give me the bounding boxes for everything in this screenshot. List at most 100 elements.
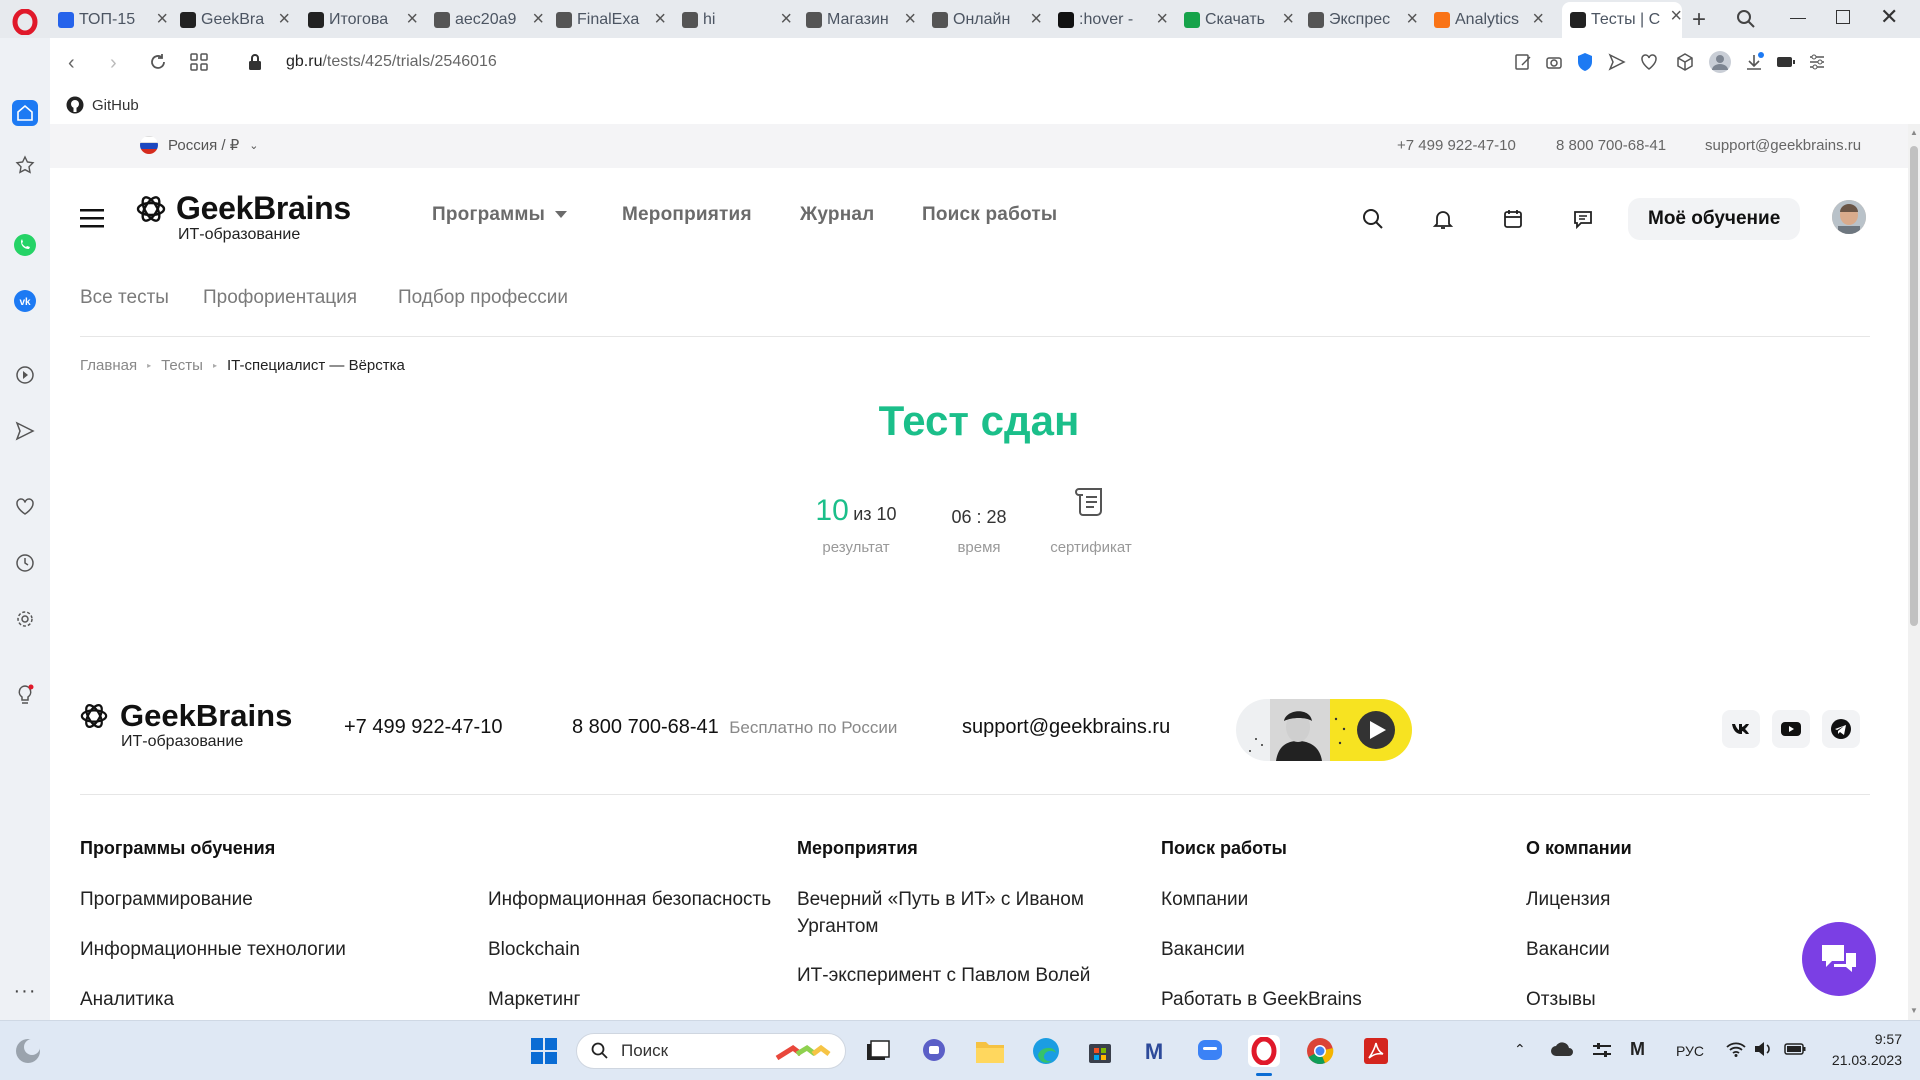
snapshot-icon[interactable] xyxy=(1545,53,1563,71)
back-icon[interactable]: ‹ xyxy=(68,52,75,75)
video-promo-button[interactable] xyxy=(1236,699,1412,761)
subnav-career-guidance[interactable]: Профориентация xyxy=(203,287,357,309)
chrome-icon[interactable] xyxy=(1304,1035,1336,1067)
browser-tab[interactable]: Скачать × xyxy=(1184,5,1294,35)
scroll-down-icon[interactable]: ▼ xyxy=(1910,1006,1918,1015)
browser-tab[interactable]: :hover - × xyxy=(1058,5,1168,35)
tab-close-icon[interactable]: × xyxy=(904,9,916,29)
favorites-heart-icon[interactable] xyxy=(12,494,38,520)
subnav-profession-match[interactable]: Подбор профессии xyxy=(398,287,568,309)
page-scrollbar[interactable]: ▲ ▼ xyxy=(1908,124,1920,1020)
forward-icon[interactable]: › xyxy=(110,52,117,75)
tab-close-icon[interactable]: × xyxy=(780,9,792,29)
weather-icon[interactable] xyxy=(14,1037,42,1065)
tab-close-icon[interactable]: × xyxy=(1532,9,1544,29)
user-avatar[interactable] xyxy=(1832,200,1866,234)
hamburger-menu-icon[interactable] xyxy=(80,208,104,228)
volume-icon[interactable] xyxy=(1754,1041,1774,1057)
my-learning-button[interactable]: Моё обучение xyxy=(1628,198,1801,240)
tab-close-icon[interactable]: × xyxy=(1282,9,1294,29)
nav-job-search[interactable]: Поиск работы xyxy=(922,204,1057,226)
browser-tab[interactable]: Тесты | С × xyxy=(1562,2,1682,38)
opera-logo[interactable] xyxy=(12,9,38,35)
tab-search-icon[interactable] xyxy=(1736,9,1756,29)
download-icon[interactable] xyxy=(1744,52,1764,72)
scroll-up-icon[interactable]: ▲ xyxy=(1910,128,1918,137)
tab-close-icon[interactable]: × xyxy=(1670,6,1682,26)
opera-taskbar-icon[interactable] xyxy=(1248,1035,1280,1067)
support-chat-button[interactable] xyxy=(1802,922,1876,996)
heart-icon[interactable] xyxy=(1640,53,1658,71)
more-dots-icon[interactable]: ··· xyxy=(12,978,38,1004)
nav-events[interactable]: Мероприятия xyxy=(622,204,752,226)
footer-link[interactable]: Работать в GeekBrains xyxy=(1161,986,1362,1013)
browser-tab[interactable]: Экспрес × xyxy=(1308,5,1418,35)
browser-tab[interactable]: Итогова × xyxy=(308,5,418,35)
footer-phone-1[interactable]: +7 499 922-47-10 xyxy=(344,716,502,739)
browser-tab[interactable]: Онлайн × xyxy=(932,5,1042,35)
footer-link[interactable]: Лицензия xyxy=(1526,886,1610,913)
tab-close-icon[interactable]: × xyxy=(406,9,418,29)
edit-page-icon[interactable] xyxy=(1514,53,1532,71)
footer-link[interactable]: Маркетинг xyxy=(488,986,580,1013)
scroll-thumb[interactable] xyxy=(1910,146,1918,626)
footer-link[interactable]: ИТ-эксперимент с Павлом Волей xyxy=(797,962,1097,989)
history-icon[interactable] xyxy=(12,550,38,576)
site-logo[interactable]: GeekBrains ИТ-образование xyxy=(136,190,376,250)
acrobat-icon[interactable] xyxy=(1360,1035,1392,1067)
task-view-icon[interactable] xyxy=(862,1035,894,1067)
edge-icon[interactable] xyxy=(1030,1035,1062,1067)
header-email[interactable]: support@geekbrains.ru xyxy=(1705,137,1861,154)
browser-tab[interactable]: Analytics × xyxy=(1434,5,1544,35)
input-language[interactable]: РУС xyxy=(1676,1043,1704,1059)
store-icon[interactable] xyxy=(1084,1035,1116,1067)
vpn-shield-icon[interactable] xyxy=(1576,52,1594,72)
tray-sliders-icon[interactable] xyxy=(1592,1041,1612,1059)
footer-link[interactable]: Информационные технологии xyxy=(80,936,346,963)
footer-link[interactable]: Отзывы xyxy=(1526,986,1596,1013)
browser-tab[interactable]: ТОП-15 × xyxy=(58,5,168,35)
battery-icon[interactable] xyxy=(1784,1043,1806,1055)
nav-programs[interactable]: Программы xyxy=(432,204,568,226)
tab-close-icon[interactable]: × xyxy=(532,9,544,29)
tray-chevron-up-icon[interactable]: ⌃ xyxy=(1514,1041,1526,1058)
tab-close-icon[interactable]: × xyxy=(654,9,666,29)
messenger-icon[interactable] xyxy=(1194,1035,1226,1067)
easy-setup-icon[interactable] xyxy=(1808,53,1826,71)
onedrive-icon[interactable] xyxy=(1550,1041,1574,1057)
clock-date[interactable]: 21.03.2023 xyxy=(1822,1052,1902,1068)
breadcrumb-tests[interactable]: Тесты xyxy=(161,357,203,374)
clock-time[interactable]: 9:57 xyxy=(1822,1031,1902,1047)
certificate-icon[interactable] xyxy=(1074,486,1108,518)
bookmark-github[interactable]: GitHub xyxy=(66,96,139,114)
speed-dial-star-icon[interactable] xyxy=(12,152,38,178)
tips-bulb-icon[interactable] xyxy=(12,682,38,708)
certificate-label[interactable]: сертификат xyxy=(1035,539,1147,556)
browser-tab[interactable]: hi × xyxy=(682,5,792,35)
footer-link[interactable]: Аналитика xyxy=(80,986,174,1013)
player-icon[interactable] xyxy=(12,362,38,388)
browser-tab[interactable]: aec20a9 × xyxy=(434,5,544,35)
minimize-button[interactable] xyxy=(1790,18,1806,19)
battery-saver-icon[interactable] xyxy=(1776,55,1796,69)
tab-close-icon[interactable]: × xyxy=(1406,9,1418,29)
reload-icon[interactable] xyxy=(148,52,168,72)
tab-close-icon[interactable]: × xyxy=(1030,9,1042,29)
browser-tab[interactable]: GeekBra × xyxy=(180,5,290,35)
search-icon[interactable] xyxy=(1362,208,1384,230)
file-explorer-icon[interactable] xyxy=(974,1035,1006,1067)
send-sidebar-icon[interactable] xyxy=(12,418,38,444)
app-m-icon[interactable]: M xyxy=(1138,1035,1170,1067)
footer-logo[interactable]: GeekBrains ИТ-образование xyxy=(80,698,310,758)
url-field[interactable]: gb.ru/tests/425/trials/2546016 xyxy=(286,53,497,71)
settings-gear-icon[interactable] xyxy=(12,606,38,632)
telegram-icon[interactable] xyxy=(1822,710,1860,748)
footer-link[interactable]: Вакансии xyxy=(1526,936,1610,963)
taskbar-search[interactable]: Поиск xyxy=(576,1033,846,1069)
header-phone-2[interactable]: 8 800 700-68-41 xyxy=(1556,137,1666,154)
home-icon[interactable] xyxy=(12,100,38,126)
profile-icon[interactable] xyxy=(1708,50,1732,74)
tab-close-icon[interactable]: × xyxy=(1156,9,1168,29)
browser-tab[interactable]: Магазин × xyxy=(806,5,916,35)
wifi-icon[interactable] xyxy=(1726,1041,1746,1057)
